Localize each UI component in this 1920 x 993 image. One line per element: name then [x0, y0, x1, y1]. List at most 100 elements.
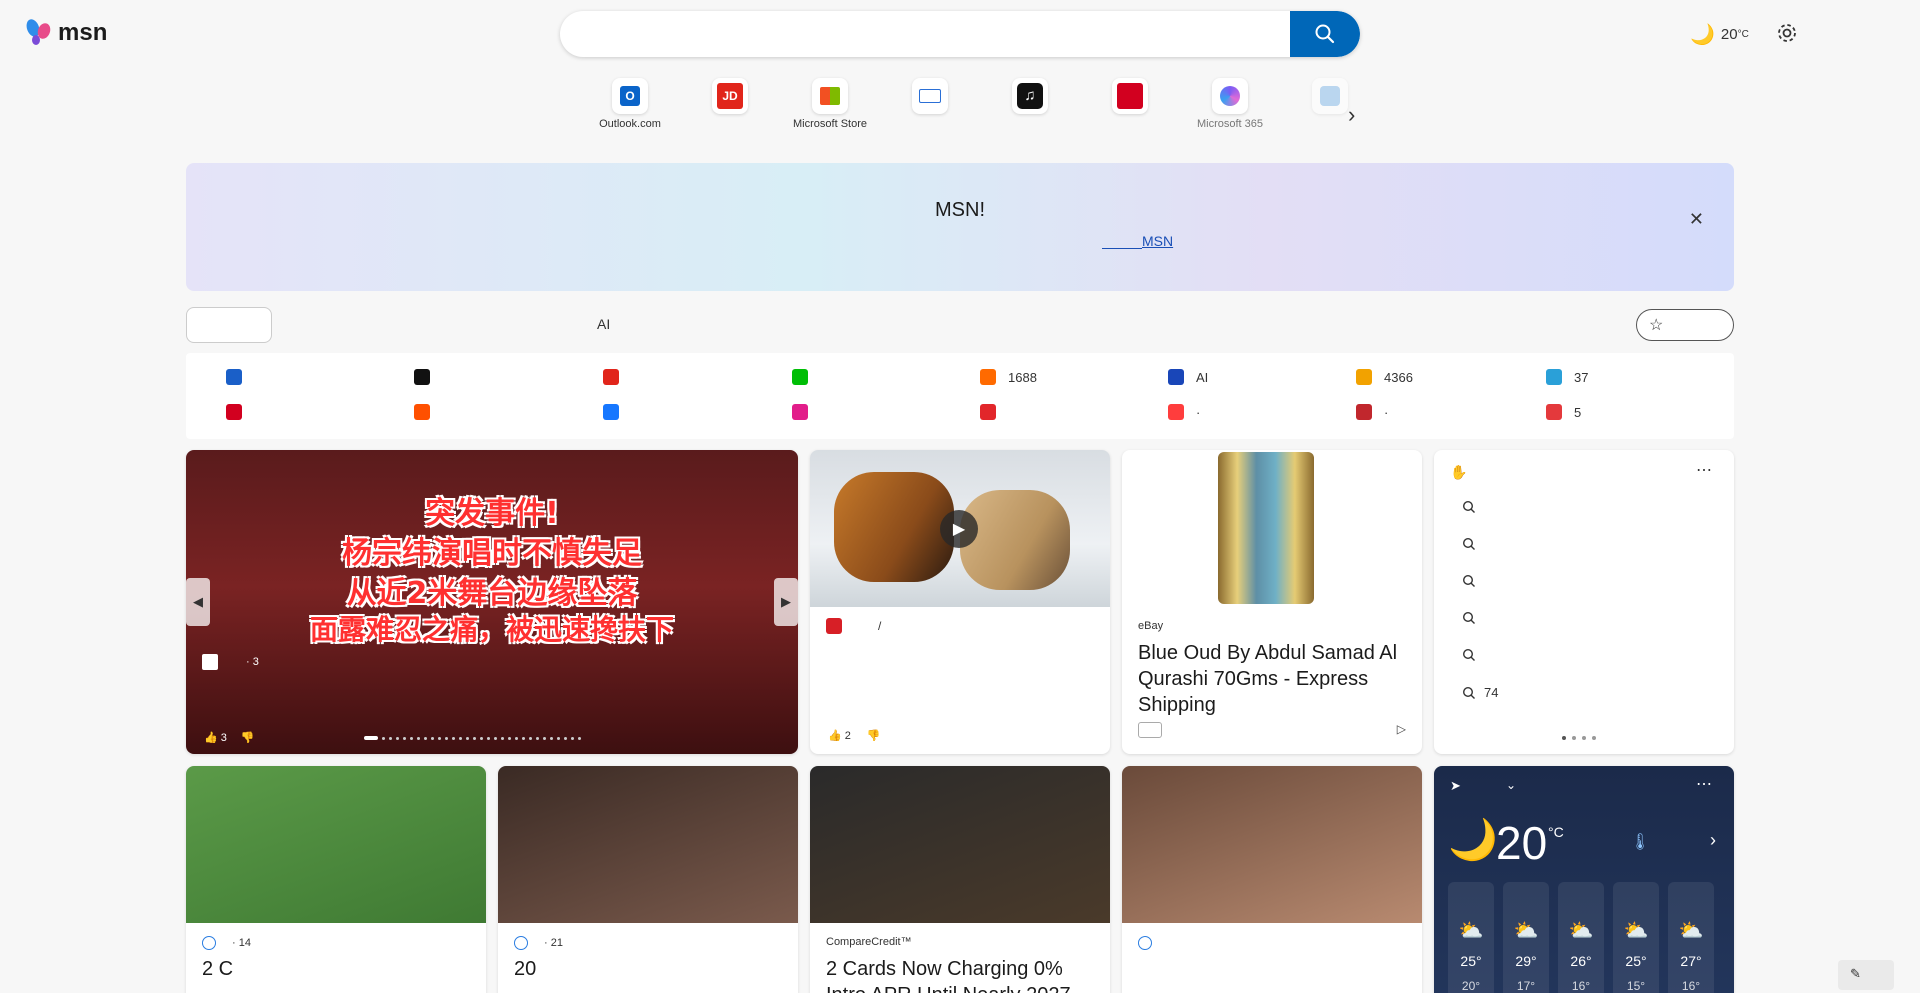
carousel-dot[interactable] [417, 736, 420, 740]
ad-info-badge[interactable] [1138, 722, 1162, 738]
carousel-dot[interactable] [536, 736, 539, 740]
carousel-dot[interactable] [473, 736, 476, 740]
carousel-dot[interactable] [529, 736, 532, 740]
like-button[interactable]: 👍 2 [828, 729, 851, 742]
carousel-dot[interactable] [557, 736, 560, 740]
ad-title[interactable]: Blue Oud By Abdul Samad Al Qurashi 70Gms… [1138, 640, 1410, 718]
carousel-dot[interactable] [403, 736, 406, 740]
trending-item[interactable] [1462, 537, 1484, 551]
carousel-dot[interactable] [410, 736, 413, 740]
shortcut-item[interactable]: 5 [1546, 404, 1581, 420]
shortcut-item[interactable] [792, 369, 820, 385]
forecast-day[interactable]: ⛅ 25° 20° [1448, 882, 1494, 993]
shortcut-item[interactable]: 1688 [980, 369, 1037, 385]
carousel-dot[interactable] [445, 736, 448, 740]
search-button[interactable] [1290, 11, 1360, 57]
shortcut-item[interactable] [414, 369, 442, 385]
forecast-day[interactable]: ⛅ 27° 16° [1668, 882, 1714, 993]
quick-links-next-button[interactable]: › [1348, 102, 1355, 128]
news-title[interactable]: 20 [514, 956, 786, 982]
carousel-dot[interactable] [424, 736, 427, 740]
carousel-dot[interactable] [452, 736, 455, 740]
news-card[interactable]: CompareCredit™ 2 Cards Now Charging 0% In… [810, 766, 1110, 993]
carousel-dot[interactable] [396, 736, 399, 740]
dislike-button[interactable]: 👎 [241, 731, 255, 744]
more-options-button[interactable]: ⋯ [1696, 460, 1712, 480]
search-input[interactable] [560, 11, 1290, 57]
location-icon[interactable]: ➤ [1450, 778, 1461, 794]
carousel-dots[interactable] [364, 736, 581, 740]
quick-link-app[interactable] [1280, 78, 1380, 118]
news-card[interactable]: · 14 2 C [186, 766, 486, 993]
chevron-right-icon[interactable]: › [1710, 830, 1716, 851]
carousel-dot[interactable] [550, 736, 553, 740]
carousel-dot[interactable] [487, 736, 490, 740]
search-bar[interactable] [560, 11, 1360, 57]
shortcut-item[interactable] [603, 404, 631, 420]
shortcut-item[interactable] [980, 404, 1008, 420]
banner-link[interactable]: MSN [1102, 233, 1173, 249]
quick-link-tiktok[interactable]: ♫ [980, 78, 1080, 118]
trending-item[interactable] [1462, 500, 1484, 514]
shortcut-item[interactable]: 37 [1546, 369, 1588, 385]
carousel-dot[interactable] [543, 736, 546, 740]
news-title[interactable]: 2 Cards Now Charging 0% Intro APR Until … [826, 956, 1098, 993]
dislike-button[interactable]: 👎 [867, 729, 881, 742]
shortcut-item[interactable]: · [1168, 404, 1200, 420]
carousel-dot[interactable] [459, 736, 462, 740]
settings-button[interactable] [1776, 22, 1798, 49]
carousel-dot[interactable] [578, 736, 581, 740]
carousel-dot[interactable] [466, 736, 469, 740]
trending-item[interactable] [1462, 648, 1484, 662]
news-title[interactable]: 2 C [202, 956, 474, 982]
quick-link-ticket[interactable] [880, 78, 980, 118]
shortcut-item[interactable] [226, 404, 254, 420]
carousel-dot[interactable] [515, 736, 518, 740]
shortcut-item[interactable]: · [1356, 404, 1388, 420]
shortcut-item[interactable] [226, 369, 254, 385]
trending-item[interactable] [1462, 574, 1484, 588]
carousel-dot[interactable] [522, 736, 525, 740]
carousel-next-button[interactable]: ▶ [774, 578, 798, 626]
forecast-day[interactable]: ⛅ 26° 16° [1558, 882, 1604, 993]
quick-link-microsoft-store[interactable]: Microsoft Store [780, 78, 880, 130]
carousel-dot[interactable] [382, 736, 385, 740]
shortcut-item[interactable] [603, 369, 631, 385]
shortcut-item[interactable] [792, 404, 820, 420]
trending-item[interactable] [1462, 611, 1484, 625]
shortcut-item[interactable]: AI [1168, 369, 1208, 385]
hero-carousel[interactable]: 突发事件! 杨宗纬演唱时不慎失足 从近2米舞台边缘坠落 面露难忍之痛，被迅速搀扶… [186, 450, 798, 754]
carousel-dot[interactable] [508, 736, 511, 740]
carousel-dot[interactable] [501, 736, 504, 740]
shortcut-item[interactable] [414, 404, 442, 420]
carousel-dot[interactable] [389, 736, 392, 740]
quick-link-outlook[interactable]: O Outlook.com [580, 78, 680, 130]
quick-link-jd[interactable]: JD [680, 78, 780, 118]
weather-card[interactable]: ➤ ⌄ ⋯ 🌙 20 °C 🌡 › ⛅ 25° 20° ⛅ 29° 17° ⛅ 26° 16° ⛅… [1434, 766, 1734, 993]
carousel-prev-button[interactable]: ◀ [186, 578, 210, 626]
personalize-button[interactable]: ☆ [1636, 309, 1734, 341]
tab-ai[interactable]: AI [597, 316, 610, 332]
carousel-dot[interactable] [438, 736, 441, 740]
ad-choices-icon[interactable]: ▷ [1397, 722, 1406, 736]
quick-link-microsoft-365[interactable]: Microsoft 365 [1180, 78, 1280, 130]
news-card[interactable] [1122, 766, 1422, 993]
shortcut-item[interactable]: 4366 [1356, 369, 1413, 385]
chevron-down-icon[interactable]: ⌄ [1506, 778, 1516, 792]
trending-pager[interactable] [1562, 736, 1596, 740]
header-weather[interactable]: 🌙 20 °C [1690, 22, 1749, 47]
video-card[interactable]: ▶ / 👍 2 👎 [810, 450, 1110, 754]
carousel-dot[interactable] [494, 736, 497, 740]
msn-logo[interactable]: msn [24, 18, 107, 48]
feedback-button[interactable]: ✎ [1838, 960, 1894, 990]
banner-close-button[interactable]: ✕ [1689, 209, 1704, 230]
quick-link-tmall[interactable] [1080, 78, 1180, 118]
carousel-dot[interactable] [480, 736, 483, 740]
play-button[interactable]: ▶ [940, 510, 978, 548]
forecast-day[interactable]: ⛅ 29° 17° [1503, 882, 1549, 993]
forecast-day[interactable]: ⛅ 25° 15° [1613, 882, 1659, 993]
like-button[interactable]: 👍 3 [204, 731, 227, 744]
carousel-dot[interactable] [364, 736, 378, 740]
carousel-dot[interactable] [564, 736, 567, 740]
feed-tab-pill[interactable] [186, 307, 272, 343]
